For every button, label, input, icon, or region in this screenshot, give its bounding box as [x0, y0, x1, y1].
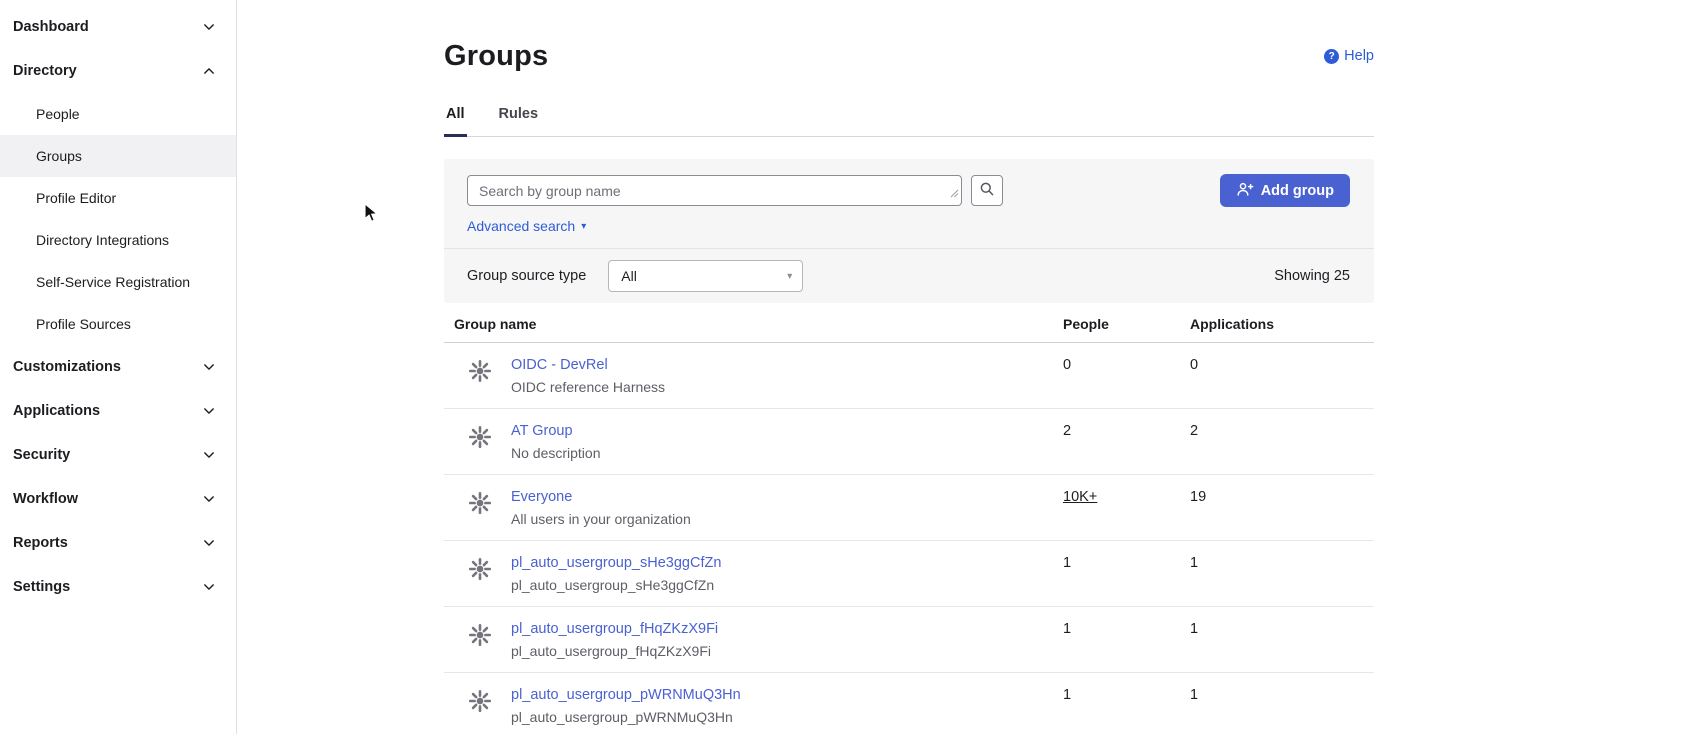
group-icon	[467, 424, 493, 450]
applications-count: 0	[1190, 343, 1374, 408]
sidebar: Dashboard Directory People Groups Profil…	[0, 0, 237, 734]
help-icon: ?	[1324, 49, 1339, 64]
group-name-link[interactable]: pl_auto_usergroup_pWRNMuQ3Hn	[511, 687, 741, 703]
group-source-type-dropdown[interactable]: All ▾	[608, 260, 803, 292]
sidebar-item-groups[interactable]: Groups	[0, 135, 236, 177]
sidebar-item-label: Directory	[13, 63, 77, 79]
tab-all[interactable]: All	[444, 106, 467, 137]
chevron-down-icon	[202, 404, 216, 418]
people-count: 2	[1063, 409, 1190, 474]
applications-count: 1	[1190, 541, 1374, 606]
group-name-link[interactable]: OIDC - DevRel	[511, 357, 608, 373]
applications-count: 19	[1190, 475, 1374, 540]
chevron-down-icon	[202, 448, 216, 462]
sidebar-item-profile-editor[interactable]: Profile Editor	[0, 177, 236, 219]
sidebar-item-label: Security	[13, 447, 70, 463]
dropdown-selected-value: All	[621, 268, 637, 284]
sidebar-item-label: Settings	[13, 579, 70, 595]
sidebar-item-people[interactable]: People	[0, 93, 236, 135]
group-icon	[467, 358, 493, 384]
sidebar-item-settings[interactable]: Settings	[0, 565, 236, 609]
people-count-link[interactable]: 10K+	[1063, 475, 1097, 505]
table-row: pl_auto_usergroup_pWRNMuQ3Hn pl_auto_use…	[444, 673, 1374, 734]
applications-count: 1	[1190, 607, 1374, 672]
group-description: pl_auto_usergroup_pWRNMuQ3Hn	[511, 709, 741, 725]
search-button[interactable]	[971, 175, 1003, 206]
sidebar-item-customizations[interactable]: Customizations	[0, 345, 236, 389]
page-title: Groups	[444, 40, 548, 73]
group-description: pl_auto_usergroup_sHe3ggCfZn	[511, 577, 721, 593]
groups-table: Group name People Applications OIDC - De…	[444, 308, 1374, 734]
add-person-icon	[1236, 181, 1254, 201]
sidebar-item-label: Applications	[13, 403, 100, 419]
tab-bar: All Rules	[444, 106, 1374, 137]
table-row: pl_auto_usergroup_sHe3ggCfZn pl_auto_use…	[444, 541, 1374, 607]
group-description: No description	[511, 445, 601, 461]
people-count: 1	[1063, 673, 1190, 734]
column-header-applications: Applications	[1190, 308, 1374, 342]
search-input[interactable]	[467, 175, 962, 206]
help-label: Help	[1344, 48, 1374, 64]
advanced-search-label: Advanced search	[467, 218, 575, 234]
group-description: OIDC reference Harness	[511, 379, 665, 395]
chevron-down-icon	[202, 492, 216, 506]
group-name-link[interactable]: AT Group	[511, 423, 573, 439]
sidebar-item-self-service-registration[interactable]: Self-Service Registration	[0, 261, 236, 303]
group-icon	[467, 688, 493, 714]
add-group-label: Add group	[1261, 183, 1334, 199]
table-row: AT Group No description 2 2	[444, 409, 1374, 475]
chevron-down-icon	[202, 20, 216, 34]
caret-down-icon: ▾	[787, 271, 792, 282]
sidebar-item-label: Workflow	[13, 491, 78, 507]
chevron-down-icon	[202, 536, 216, 550]
people-count: 1	[1063, 607, 1190, 672]
caret-down-icon: ▾	[581, 221, 586, 232]
sidebar-item-label: Dashboard	[13, 19, 89, 35]
sidebar-item-directory-integrations[interactable]: Directory Integrations	[0, 219, 236, 261]
search-filter-panel: Add group Advanced search ▾ Group source…	[444, 159, 1374, 303]
group-name-link[interactable]: pl_auto_usergroup_sHe3ggCfZn	[511, 555, 721, 571]
people-count: 0	[1063, 343, 1190, 408]
group-icon	[467, 556, 493, 582]
table-row: Everyone All users in your organization …	[444, 475, 1374, 541]
group-name-link[interactable]: pl_auto_usergroup_fHqZKzX9Fi	[511, 621, 718, 637]
sidebar-item-directory[interactable]: Directory	[0, 49, 236, 93]
column-header-people: People	[1063, 308, 1190, 342]
main-content: Groups ? Help All Rules	[237, 0, 1687, 734]
showing-count: Showing 25	[1274, 268, 1350, 284]
help-link[interactable]: ? Help	[1324, 48, 1374, 64]
group-name-link[interactable]: Everyone	[511, 489, 572, 505]
group-icon	[467, 490, 493, 516]
group-icon	[467, 622, 493, 648]
sidebar-item-label: Reports	[13, 535, 68, 551]
table-row: OIDC - DevRel OIDC reference Harness 0 0	[444, 343, 1374, 409]
people-count: 1	[1063, 541, 1190, 606]
chevron-down-icon	[202, 580, 216, 594]
group-description: All users in your organization	[511, 511, 691, 527]
applications-count: 2	[1190, 409, 1374, 474]
sidebar-item-applications[interactable]: Applications	[0, 389, 236, 433]
chevron-down-icon	[202, 360, 216, 374]
add-group-button[interactable]: Add group	[1220, 174, 1350, 207]
sidebar-item-profile-sources[interactable]: Profile Sources	[0, 303, 236, 345]
table-row: pl_auto_usergroup_fHqZKzX9Fi pl_auto_use…	[444, 607, 1374, 673]
chevron-up-icon	[202, 64, 216, 78]
group-source-type-label: Group source type	[467, 268, 586, 284]
sidebar-item-security[interactable]: Security	[0, 433, 236, 477]
column-header-group-name: Group name	[444, 308, 1063, 342]
sidebar-item-label: Customizations	[13, 359, 121, 375]
tab-rules[interactable]: Rules	[497, 106, 541, 136]
group-description: pl_auto_usergroup_fHqZKzX9Fi	[511, 643, 718, 659]
applications-count: 1	[1190, 673, 1374, 734]
sidebar-item-dashboard[interactable]: Dashboard	[0, 5, 236, 49]
sidebar-item-workflow[interactable]: Workflow	[0, 477, 236, 521]
table-header: Group name People Applications	[444, 308, 1374, 343]
search-icon	[979, 181, 995, 200]
sidebar-item-reports[interactable]: Reports	[0, 521, 236, 565]
app-root: Dashboard Directory People Groups Profil…	[0, 0, 1687, 734]
advanced-search-link[interactable]: Advanced search ▾	[467, 218, 1350, 234]
